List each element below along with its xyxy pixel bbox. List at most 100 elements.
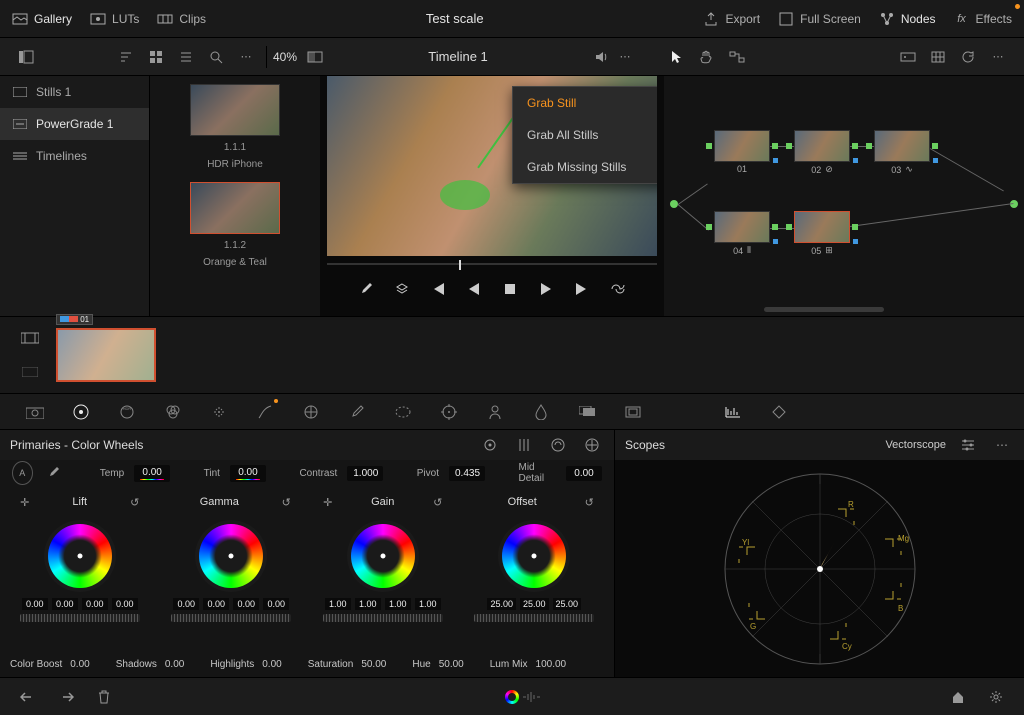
settings-button[interactable]	[984, 685, 1008, 709]
clip-view-button[interactable]	[18, 326, 42, 350]
key-tab[interactable]	[576, 401, 598, 423]
gamma-reset-button[interactable]: ↺	[274, 490, 298, 514]
luts-tab[interactable]: LUTs	[90, 11, 139, 27]
sizing-tab[interactable]	[622, 401, 644, 423]
keyframe-tab[interactable]	[768, 401, 790, 423]
scope-type[interactable]: Vectorscope	[885, 439, 946, 451]
sidebar-item-powergrade[interactable]: PowerGrade 1	[0, 108, 149, 140]
node-box[interactable]: 01	[714, 130, 770, 174]
scope-options-button[interactable]: ⋯	[990, 433, 1014, 457]
node-scrollbar[interactable]	[764, 307, 884, 312]
scopes-wave-tab[interactable]	[722, 401, 744, 423]
undo-button[interactable]	[16, 685, 40, 709]
node-thumb-button[interactable]	[896, 45, 920, 69]
layout-toggle-button[interactable]	[14, 45, 38, 69]
timeline-name[interactable]: Timeline 1	[327, 49, 589, 64]
hue-value[interactable]: 50.00	[439, 659, 464, 670]
audio-button[interactable]	[589, 45, 613, 69]
image-wipe-button[interactable]	[303, 45, 327, 69]
gain-reset-button[interactable]: ↺	[426, 490, 450, 514]
offset-reset-button[interactable]: ↺	[577, 490, 601, 514]
blur-tab[interactable]	[530, 401, 552, 423]
auto-balance-button[interactable]: A	[12, 461, 33, 485]
viewer-image[interactable]: Grab Still Grab All Stills› Grab Missing…	[327, 76, 657, 256]
node-box[interactable]: 02⊘	[794, 130, 850, 175]
scope-settings-button[interactable]	[956, 433, 980, 457]
skip-back-button[interactable]	[427, 278, 449, 300]
pick-white-button[interactable]	[43, 461, 63, 485]
lift-jog[interactable]	[20, 614, 140, 622]
layers-button[interactable]	[391, 278, 413, 300]
still-thumb[interactable]	[190, 182, 280, 234]
vectorscope[interactable]: R Mg B Cy G Yl	[720, 469, 920, 669]
saturation-value[interactable]: 50.00	[361, 659, 386, 670]
node-box[interactable]: 05⊞	[794, 211, 850, 256]
curves-tab[interactable]	[254, 401, 276, 423]
color-warper-tab[interactable]	[300, 401, 322, 423]
pointer-tool-button[interactable]	[665, 45, 689, 69]
list-view-button[interactable]	[174, 45, 198, 69]
rgb-mixer-tab[interactable]	[162, 401, 184, 423]
lift-wheel[interactable]	[44, 520, 116, 592]
shadows-value[interactable]: 0.00	[165, 659, 184, 670]
ctx-grab-missing-stills[interactable]: Grab Missing Stills›	[513, 151, 657, 183]
play-button[interactable]	[535, 278, 557, 300]
colorboost-value[interactable]: 0.00	[70, 659, 89, 670]
viewer-zoom[interactable]: 40%	[267, 50, 303, 64]
eyedropper-button[interactable]	[355, 278, 377, 300]
gain-add-button[interactable]: ✛	[316, 490, 340, 514]
node-tool-button[interactable]	[725, 45, 749, 69]
wheels-mode-button[interactable]	[478, 433, 502, 457]
sidebar-item-stills[interactable]: Stills 1	[0, 76, 149, 108]
clip-info-button[interactable]	[18, 360, 42, 384]
still-thumb[interactable]	[190, 84, 280, 136]
gallery-tab[interactable]: Gallery	[12, 11, 72, 27]
node-box[interactable]: 03∿	[874, 130, 930, 175]
tracking-tab[interactable]	[438, 401, 460, 423]
clips-tab[interactable]: Clips	[157, 11, 206, 27]
offset-jog[interactable]	[474, 614, 594, 622]
node-graph[interactable]: 01 02⊘ 03∿ 04⫴ 05⊞	[664, 76, 1024, 316]
lift-reset-button[interactable]: ↺	[123, 490, 147, 514]
node-grid-button[interactable]	[926, 45, 950, 69]
ctx-grab-still[interactable]: Grab Still	[513, 87, 657, 119]
viewer-options-button[interactable]: ⋯	[613, 45, 637, 69]
lift-values[interactable]: 0.000.000.000.00	[22, 598, 138, 610]
gain-values[interactable]: 1.001.001.001.00	[325, 598, 441, 610]
step-back-button[interactable]	[463, 278, 485, 300]
offset-wheel[interactable]	[498, 520, 570, 592]
skip-forward-button[interactable]	[571, 278, 593, 300]
gamma-jog[interactable]	[171, 614, 291, 622]
lummix-value[interactable]: 100.00	[536, 659, 567, 670]
stop-button[interactable]	[499, 278, 521, 300]
export-button[interactable]: Export	[703, 11, 760, 27]
more-options-button[interactable]: ⋯	[234, 45, 258, 69]
ctx-grab-all-stills[interactable]: Grab All Stills›	[513, 119, 657, 151]
color-page-indicator[interactable]	[505, 690, 519, 704]
mid-detail-value[interactable]: 0.00	[566, 466, 602, 481]
grid-view-button[interactable]	[144, 45, 168, 69]
gamma-wheel[interactable]	[195, 520, 267, 592]
color-wheels-tab[interactable]	[70, 401, 92, 423]
pan-tool-button[interactable]	[695, 45, 719, 69]
window-tab[interactable]	[392, 401, 414, 423]
effects-button[interactable]: fx Effects	[954, 11, 1012, 27]
sidebar-item-timelines[interactable]: Timelines	[0, 140, 149, 172]
log-mode-button[interactable]	[546, 433, 570, 457]
magic-mask-tab[interactable]	[484, 401, 506, 423]
viewer-scrubber[interactable]	[327, 258, 657, 270]
bars-mode-button[interactable]	[512, 433, 536, 457]
camera-raw-tab[interactable]	[24, 401, 46, 423]
expand-button[interactable]	[580, 433, 604, 457]
motion-tab[interactable]	[208, 401, 230, 423]
clip-thumbnail[interactable]	[56, 328, 156, 382]
pivot-value[interactable]: 0.435	[449, 466, 485, 481]
gain-jog[interactable]	[323, 614, 443, 622]
node-options-button[interactable]: ⋯	[986, 45, 1010, 69]
scrub-handle[interactable]	[459, 260, 461, 270]
node-box[interactable]: 04⫴	[714, 211, 770, 256]
highlights-value[interactable]: 0.00	[262, 659, 281, 670]
gain-wheel[interactable]	[347, 520, 419, 592]
sort-button[interactable]	[114, 45, 138, 69]
lift-add-button[interactable]: ✛	[13, 490, 37, 514]
